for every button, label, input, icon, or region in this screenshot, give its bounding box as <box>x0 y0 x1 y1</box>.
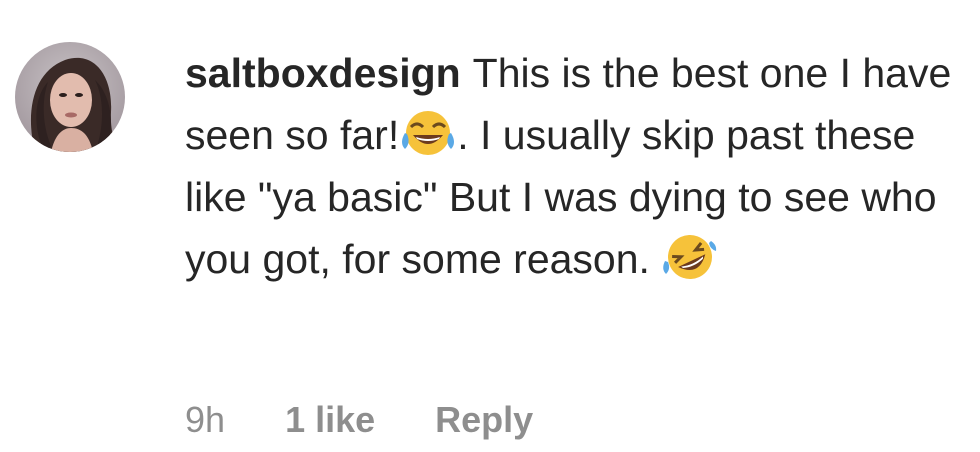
comment-timestamp[interactable]: 9h <box>185 399 225 440</box>
profile-photo-icon <box>15 42 125 152</box>
comment-likes[interactable]: 1 like <box>285 399 375 440</box>
comment-text: saltboxdesign This is the best one I have… <box>185 42 955 290</box>
face-with-tears-of-joy-icon <box>399 107 457 159</box>
reply-button[interactable]: Reply <box>435 399 533 440</box>
avatar[interactable] <box>15 42 125 152</box>
rolling-on-the-floor-laughing-icon <box>661 231 719 283</box>
comment-meta: 9h 1 like Reply <box>185 398 583 442</box>
comment-username[interactable]: saltboxdesign <box>185 50 461 96</box>
comment: saltboxdesign This is the best one I have… <box>0 0 980 452</box>
